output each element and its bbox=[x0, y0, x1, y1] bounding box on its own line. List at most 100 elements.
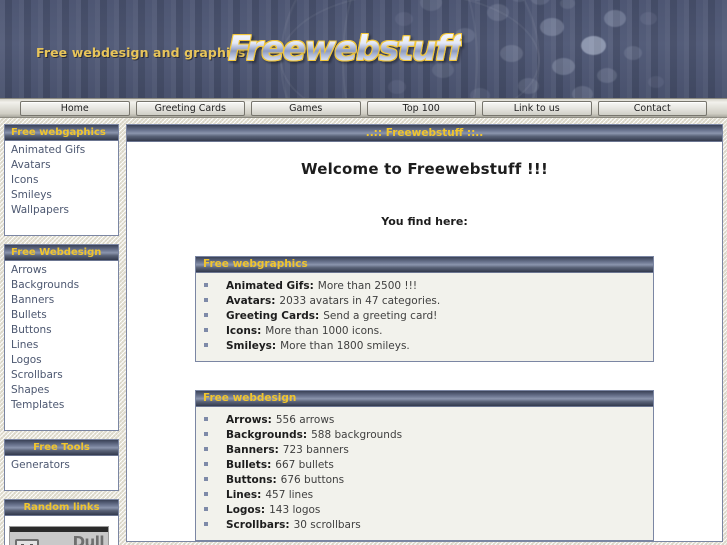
panel-item-description: More than 2500 !!! bbox=[317, 280, 418, 292]
panel-item-term[interactable]: Buttons: bbox=[226, 473, 277, 488]
panel-list-item: Avatars: 2033 avatars in 47 categories. bbox=[196, 294, 653, 309]
panel-item-term[interactable]: Banners: bbox=[226, 443, 279, 458]
site-logo[interactable]: Freewebstuff bbox=[228, 29, 463, 69]
sidebar-item-backgrounds[interactable]: Backgrounds bbox=[5, 278, 118, 293]
sidebar-item-bullets[interactable]: Bullets bbox=[5, 308, 118, 323]
panel-item-term[interactable]: Scrollbars: bbox=[226, 518, 290, 533]
sidebar-item-banners[interactable]: Banners bbox=[5, 293, 118, 308]
sidebar-item-smileys[interactable]: Smileys bbox=[5, 188, 118, 203]
nav-button-label: Home bbox=[60, 102, 89, 114]
sidebar-item-shapes[interactable]: Shapes bbox=[5, 383, 118, 398]
sidebar-link-list: Arrows Backgrounds Banners Bullets Buttons Li… bbox=[5, 261, 118, 430]
panel-list-item: Banners: 723 banners bbox=[196, 443, 653, 458]
panel-item-term[interactable]: Logos: bbox=[226, 503, 265, 518]
sidebar-block-random-links: Random links Dullwebsite? bbox=[4, 499, 119, 545]
nav-button-label: Games bbox=[289, 102, 323, 114]
sidebar-block-title: Free Tools bbox=[5, 440, 118, 456]
square-bullet-icon bbox=[204, 313, 208, 317]
panel-list-item: Lines: 457 lines bbox=[196, 488, 653, 503]
sidebar-link-list: Animated Gifs Avatars Icons Smileys Wallpape… bbox=[5, 141, 118, 235]
square-bullet-icon bbox=[204, 417, 208, 421]
you-find-here-heading: You find here: bbox=[381, 215, 468, 228]
nav-button-label: Greeting Cards bbox=[154, 102, 226, 114]
nav-button-games[interactable]: Games bbox=[251, 100, 361, 116]
sidebar-block-free-webgaphics: Free webgaphics Animated Gifs Avatars Icons… bbox=[4, 124, 119, 236]
random-links-ad-area: Dullwebsite? bbox=[5, 521, 118, 545]
sidebar-item-icons[interactable]: Icons bbox=[5, 173, 118, 188]
panel-item-description: 143 logos bbox=[269, 504, 321, 516]
square-bullet-icon bbox=[204, 462, 208, 466]
computer-face-icon bbox=[15, 538, 39, 545]
panel-item-term[interactable]: Bullets: bbox=[226, 458, 271, 473]
panel-item-term[interactable]: Icons: bbox=[226, 324, 261, 339]
nav-button-label: Link to us bbox=[513, 102, 560, 114]
panel-item-description: More than 1000 icons. bbox=[265, 325, 383, 337]
nav-button-greeting-cards[interactable]: Greeting Cards bbox=[135, 100, 245, 116]
main-navigation: Home Greeting Cards Games Top 100 Link to us… bbox=[0, 98, 727, 118]
square-bullet-icon bbox=[204, 507, 208, 511]
panel-item-term[interactable]: Animated Gifs: bbox=[226, 279, 314, 294]
panel-list-item: Backgrounds: 588 backgrounds bbox=[196, 428, 653, 443]
sidebar-item-templates[interactable]: Templates bbox=[5, 398, 118, 413]
panel-item-term[interactable]: Backgrounds: bbox=[226, 428, 307, 443]
square-bullet-icon bbox=[204, 283, 208, 287]
square-bullet-icon bbox=[204, 492, 208, 496]
square-bullet-icon bbox=[204, 343, 208, 347]
nav-button-top-100[interactable]: Top 100 bbox=[366, 100, 476, 116]
ad-inner: Dullwebsite? bbox=[10, 532, 108, 545]
sidebar-block-title: Free webgaphics bbox=[5, 125, 118, 141]
welcome-heading: Welcome to Freewebstuff !!! bbox=[300, 160, 549, 178]
main-content-panel: ..:: Freewebstuff ::.. Welcome to Freewe… bbox=[126, 124, 723, 542]
panel-item-term[interactable]: Arrows: bbox=[226, 413, 272, 428]
sidebar-item-arrows[interactable]: Arrows bbox=[5, 263, 118, 278]
square-bullet-icon bbox=[204, 447, 208, 451]
sidebar-item-avatars[interactable]: Avatars bbox=[5, 158, 118, 173]
ad-text: Dullwebsite? bbox=[43, 535, 105, 545]
content-panels: Free webgraphics Animated Gifs: More than … bbox=[127, 256, 722, 541]
panel-item-description: 676 buttons bbox=[280, 474, 345, 486]
site-banner: Free webdesign and graphics Freewebstuff bbox=[0, 0, 727, 98]
nav-button-link-to-us[interactable]: Link to us bbox=[482, 100, 592, 116]
panel-item-term[interactable]: Smileys: bbox=[226, 339, 276, 354]
panel-item-description: Send a greeting card! bbox=[323, 310, 438, 322]
panel-list-item: Icons: More than 1000 icons. bbox=[196, 324, 653, 339]
panel-item-description: 2033 avatars in 47 categories. bbox=[279, 295, 441, 307]
panel-body: Animated Gifs: More than 2500 !!! Avatars:… bbox=[196, 273, 653, 361]
panel-body: Arrows: 556 arrows Backgrounds: 588 backgro… bbox=[196, 407, 653, 540]
ad-banner-dull-website[interactable]: Dullwebsite? bbox=[9, 526, 109, 545]
nav-button-label: Top 100 bbox=[402, 102, 440, 114]
square-bullet-icon bbox=[204, 477, 208, 481]
panel-list-item: Bullets: 667 bullets bbox=[196, 458, 653, 473]
sidebar-item-logos[interactable]: Logos bbox=[5, 353, 118, 368]
nav-button-contact[interactable]: Contact bbox=[597, 100, 707, 116]
panel-list-item: Arrows: 556 arrows bbox=[196, 413, 653, 428]
content-title-bar: ..:: Freewebstuff ::.. bbox=[127, 125, 722, 142]
sidebar-item-animated-gifs[interactable]: Animated Gifs bbox=[5, 143, 118, 158]
panel-item-term[interactable]: Lines: bbox=[226, 488, 261, 503]
panel-item-term[interactable]: Greeting Cards: bbox=[226, 309, 319, 324]
square-bullet-icon bbox=[204, 432, 208, 436]
banner-tagline: Free webdesign and graphics bbox=[36, 45, 246, 60]
nav-button-home[interactable]: Home bbox=[20, 100, 130, 116]
panel-item-description: 588 backgrounds bbox=[311, 429, 403, 441]
content-panel-free-webdesign: Free webdesign Arrows: 556 arrows Backgroun… bbox=[195, 390, 654, 541]
sidebar-block-title: Free Webdesign bbox=[5, 245, 118, 261]
sidebar-item-wallpapers[interactable]: Wallpapers bbox=[5, 203, 118, 218]
panel-item-description: 667 bullets bbox=[275, 459, 334, 471]
panel-title: Free webgraphics bbox=[196, 257, 653, 273]
sidebar-link-list: Generators bbox=[5, 456, 118, 490]
sidebar-block-free-webdesign: Free Webdesign Arrows Backgrounds Banners Bu… bbox=[4, 244, 119, 431]
panel-item-description: 723 banners bbox=[282, 444, 349, 456]
square-bullet-icon bbox=[204, 298, 208, 302]
sidebar-item-buttons[interactable]: Buttons bbox=[5, 323, 118, 338]
content-panel-free-webgraphics: Free webgraphics Animated Gifs: More than … bbox=[195, 256, 654, 362]
panel-item-term[interactable]: Avatars: bbox=[226, 294, 275, 309]
sidebar-item-lines[interactable]: Lines bbox=[5, 338, 118, 353]
content-inner: Welcome to Freewebstuff !!! You find her… bbox=[127, 142, 722, 541]
sidebar-item-generators[interactable]: Generators bbox=[5, 458, 118, 473]
sidebar-item-scrollbars[interactable]: Scrollbars bbox=[5, 368, 118, 383]
panel-title: Free webdesign bbox=[196, 391, 653, 407]
